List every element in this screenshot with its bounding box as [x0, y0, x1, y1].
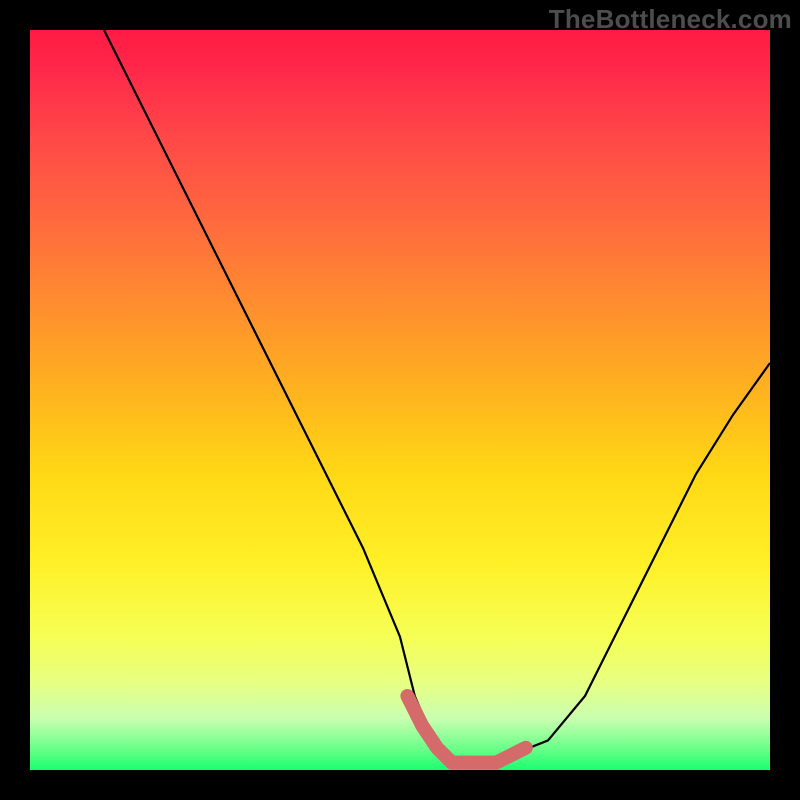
chart-frame: TheBottleneck.com — [0, 0, 800, 800]
bottleneck-curve-path — [104, 30, 770, 763]
chart-svg — [30, 30, 770, 770]
watermark-text: TheBottleneck.com — [549, 4, 792, 35]
bottleneck-highlight-path — [407, 696, 525, 763]
